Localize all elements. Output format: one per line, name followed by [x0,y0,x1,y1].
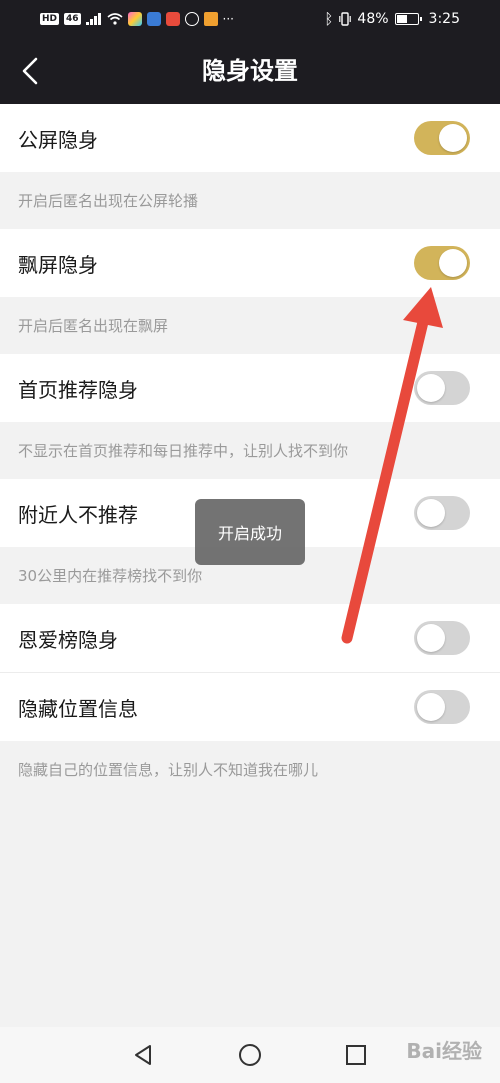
network-badge: 46 [64,13,81,25]
setting-label: 附近人不推荐 [18,502,138,527]
shield-app-icon [184,12,199,26]
setting-description: 开启后匿名出现在飘屏 [0,297,500,354]
video-app-icon [165,12,180,26]
toggle-knob [417,374,445,402]
more-notifications-icon: ··· [222,12,234,26]
floating-screen-invisible-toggle[interactable] [414,246,470,280]
watermark: Bai经验 [406,1039,482,1063]
status-left: HD 46 ··· [40,12,234,26]
battery-icon [394,13,422,25]
toast-message: 开启成功 [195,499,305,565]
toggle-knob [417,624,445,652]
vibrate-icon [339,12,352,26]
hd-badge: HD [40,13,60,25]
toggle-knob [439,124,467,152]
setting-row-public-screen-invisible: 公屏隐身 [0,104,500,172]
home-app-icon [203,12,218,26]
setting-description: 不显示在首页推荐和每日推荐中，让别人找不到你 [0,422,500,479]
status-bar: HD 46 ··· ᛒ 48% 3:25 [0,0,500,38]
square-recents-icon [346,1045,366,1065]
public-screen-invisible-toggle[interactable] [414,121,470,155]
wifi-icon [107,13,123,25]
status-right: ᛒ 48% 3:25 [324,10,460,28]
music-app-icon [146,12,161,26]
toggle-knob [417,499,445,527]
clock: 3:25 [428,11,460,27]
setting-description: 开启后匿名出现在公屏轮播 [0,172,500,229]
homepage-recommend-invisible-toggle[interactable] [414,371,470,405]
setting-description: 隐藏自己的位置信息，让别人不知道我在哪儿 [0,741,500,798]
setting-row-homepage-recommend-invisible: 首页推荐隐身 [0,354,500,422]
signal-icon [85,13,101,25]
battery-percent: 48% [357,11,389,27]
setting-label: 公屏隐身 [18,127,98,152]
title-bar: 隐身设置 [0,38,500,104]
love-ranking-invisible-toggle[interactable] [414,621,470,655]
setting-row-love-ranking-invisible: 恩爱榜隐身 [0,604,500,672]
setting-label: 隐藏位置信息 [18,696,138,721]
nav-home-button[interactable] [232,1037,268,1073]
setting-row-hide-location: 隐藏位置信息 [0,673,500,741]
setting-label: 首页推荐隐身 [18,377,138,402]
triangle-back-icon [135,1045,151,1065]
nearby-no-recommend-toggle[interactable] [414,496,470,530]
nav-recents-button[interactable] [338,1037,374,1073]
circle-home-icon [239,1044,261,1066]
settings-list: 公屏隐身 开启后匿名出现在公屏轮播 飘屏隐身 开启后匿名出现在飘屏 首页推荐隐身… [0,104,500,798]
setting-label: 飘屏隐身 [18,252,98,277]
app-notification-icon [127,12,142,26]
setting-row-floating-screen-invisible: 飘屏隐身 [0,229,500,297]
hide-location-toggle[interactable] [414,690,470,724]
page-title: 隐身设置 [202,57,298,85]
toggle-knob [439,249,467,277]
setting-label: 恩爱榜隐身 [18,627,118,652]
nav-back-button[interactable] [125,1037,161,1073]
toggle-knob [417,693,445,721]
bluetooth-icon: ᛒ [324,10,334,28]
